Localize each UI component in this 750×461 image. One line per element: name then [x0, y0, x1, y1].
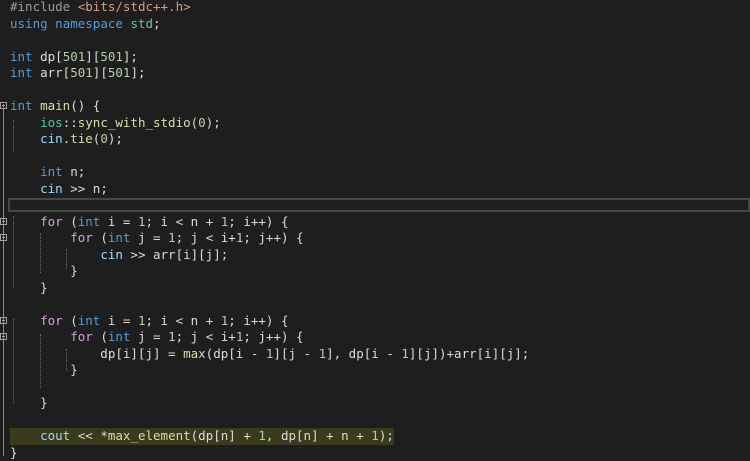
fold-toggle-icon[interactable] — [0, 102, 7, 109]
code-line[interactable]: } — [0, 445, 750, 461]
code-line[interactable]: int arr[501][501]; — [0, 65, 750, 82]
code-line[interactable]: cin >> n; — [0, 181, 750, 198]
code-line[interactable]: int dp[501][501]; — [0, 49, 750, 66]
code-text: } — [10, 263, 78, 278]
code-line[interactable] — [0, 197, 750, 214]
code-text: cin >> arr[i][j]; — [100, 246, 229, 262]
fold-toggle-icon[interactable] — [0, 234, 7, 241]
code-line[interactable]: for (int j = 1; j < i+1; j++) { — [0, 230, 750, 247]
code-line[interactable]: } — [0, 395, 750, 412]
code-line[interactable]: int main() { — [0, 98, 750, 115]
code-line[interactable]: ios::sync_with_stdio(0); — [0, 115, 750, 132]
fold-toggle-icon[interactable] — [0, 333, 7, 340]
code-text: cin >> n; — [40, 180, 108, 196]
code-text: int arr[501][501]; — [10, 65, 146, 80]
code-line[interactable]: } — [0, 362, 750, 379]
code-line[interactable]: #include <bits/stdc++.h> — [0, 0, 750, 16]
code-text: } — [10, 395, 48, 410]
code-line[interactable]: } — [0, 280, 750, 297]
code-line[interactable]: cin.tie(0); — [0, 131, 750, 148]
code-line[interactable] — [0, 82, 750, 99]
code-text: ios::sync_with_stdio(0); — [40, 114, 221, 130]
code-text: cout << *max_element(dp[n] + 1, dp[n] + … — [10, 428, 394, 445]
code-text: int n; — [40, 164, 86, 179]
code-text: for (int i = 1; i < n + 1; i++) { — [40, 312, 289, 328]
fold-toggle-icon[interactable] — [0, 217, 7, 225]
code-line[interactable]: using namespace std; — [0, 16, 750, 33]
code-line[interactable]: int n; — [0, 164, 750, 181]
code-text: for (int i = 1; i < n + 1; i++) { — [40, 213, 289, 229]
code-text: using namespace std; — [10, 15, 161, 31]
code-line[interactable] — [0, 32, 750, 49]
code-line[interactable]: for (int i = 1; i < n + 1; i++) { — [0, 214, 750, 231]
code-text: int main() { — [10, 98, 101, 113]
code-line[interactable]: dp[i][j] = max(dp[i - 1][j - 1], dp[i - … — [0, 346, 750, 363]
code-line[interactable] — [0, 412, 750, 429]
code-line[interactable] — [0, 296, 750, 313]
code-text: for (int j = 1; j < i+1; j++) { — [70, 329, 304, 344]
code-text: for (int j = 1; j < i+1; j++) { — [70, 230, 304, 245]
code-line[interactable]: for (int j = 1; j < i+1; j++) { — [0, 329, 750, 346]
fold-toggle-icon[interactable] — [0, 316, 7, 324]
code-text: int dp[501][501]; — [10, 48, 138, 64]
code-text: } — [10, 279, 48, 295]
code-line[interactable]: } — [0, 263, 750, 280]
code-text: } — [10, 362, 78, 377]
code-text: dp[i][j] = max(dp[i - 1][j - 1], dp[i - … — [10, 345, 530, 361]
code-text: #include <bits/stdc++.h> — [10, 0, 191, 14]
code-editor[interactable]: #include <bits/stdc++.h> using namespace … — [0, 0, 750, 461]
code-line[interactable]: cin >> arr[i][j]; — [0, 247, 750, 264]
code-line[interactable] — [0, 148, 750, 165]
code-line[interactable]: cout << *max_element(dp[n] + 1, dp[n] + … — [0, 428, 750, 445]
code-text: cin.tie(0); — [40, 131, 123, 146]
code-line[interactable]: for (int i = 1; i < n + 1; i++) { — [0, 313, 750, 330]
code-line[interactable] — [0, 379, 750, 396]
code-text: } — [10, 444, 18, 460]
